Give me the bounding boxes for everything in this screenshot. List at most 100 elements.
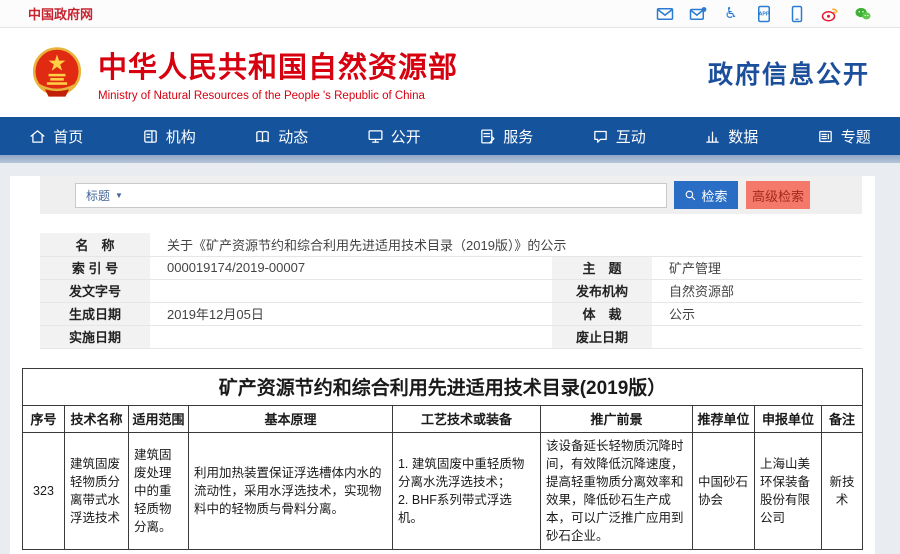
wechat-icon[interactable] <box>854 5 872 23</box>
ministry-title-cn: 中华人民共和国自然资源部 <box>98 44 458 86</box>
header-principle: 基本原理 <box>188 405 392 432</box>
equipment-line-1: 1. 建筑固废中重轻质物分离水洗浮选技术； <box>398 455 535 491</box>
meta-name-value: 关于《矿产资源节约和综合利用先进适用技术目录（2019版）》的公示 <box>150 233 862 256</box>
news-icon <box>254 128 271 145</box>
cell-tech-name: 建筑固废轻物质分离带式水浮选技术 <box>64 432 128 550</box>
section-title: 政府信息公开 <box>708 55 870 91</box>
content-card: 标题 ▼ 检索 高级检索 名 称 关于《矿产资源节约和综合利用先进适用技术目录（… <box>10 176 875 554</box>
nav-item-disclosure[interactable]: 公开 <box>338 117 451 155</box>
technology-catalog-table: 矿产资源节约和综合利用先进适用技术目录(2019版） 序号 技术名称 适用范围 … <box>22 368 863 551</box>
nav-label: 机构 <box>166 126 196 147</box>
document-metadata-table: 名 称 关于《矿产资源节约和综合利用先进适用技术目录（2019版）》的公示 索 … <box>40 233 862 349</box>
equipment-line-2: 2. BHF系列带式浮选机。 <box>398 491 535 527</box>
nav-label: 互动 <box>616 126 646 147</box>
meta-row-name: 名 称 关于《矿产资源节约和综合利用先进适用技术目录（2019版）》的公示 <box>40 233 862 256</box>
mail-subscribe-icon[interactable] <box>689 5 707 23</box>
meta-row-created: 生成日期 2019年12月05日 体 裁 公示 <box>40 302 862 325</box>
catalog-header-row: 序号 技术名称 适用范围 基本原理 工艺技术或装备 推广前景 推荐单位 申报单位… <box>22 405 862 432</box>
header-titles: 中华人民共和国自然资源部 Ministry of Natural Resourc… <box>98 44 458 102</box>
meta-impl-value <box>150 325 552 348</box>
advanced-search-button[interactable]: 高级检索 <box>746 181 810 209</box>
table-row: 323 建筑固废轻物质分离带式水浮选技术 建筑固废处理中的重轻质物分离。 利用加… <box>22 432 862 550</box>
catalog-section: 矿产资源节约和综合利用先进适用技术目录(2019版） 序号 技术名称 适用范围 … <box>10 349 875 551</box>
meta-row-impl: 实施日期 废止日期 <box>40 325 862 348</box>
accessibility-icon[interactable]: ♿ <box>722 5 740 23</box>
header-tech-name: 技术名称 <box>64 405 128 432</box>
topbar-icons: ♿ APP <box>656 5 872 23</box>
search-button-label: 检索 <box>701 186 727 205</box>
search-input-wrap: 标题 ▼ <box>75 183 667 208</box>
disclosure-icon <box>367 128 384 145</box>
search-bar: 标题 ▼ 检索 高级检索 <box>40 176 862 214</box>
meta-repeal-value <box>652 325 862 348</box>
cell-applicant: 上海山美环保装备股份有限公司 <box>754 432 821 550</box>
header-recommender: 推荐单位 <box>692 405 754 432</box>
meta-created-value: 2019年12月05日 <box>150 302 552 325</box>
cell-prospect: 该设备延长轻物质沉降时间，有效降低沉降速度，提高轻重物质分离效率和效果，降低砂石… <box>540 432 692 550</box>
site-header: 中华人民共和国自然资源部 Ministry of Natural Resourc… <box>0 28 900 117</box>
ministry-title-en: Ministry of Natural Resources of the Peo… <box>98 90 458 102</box>
nav-item-services[interactable]: 服务 <box>450 117 563 155</box>
header-note: 备注 <box>821 405 862 432</box>
cell-seq: 323 <box>22 432 64 550</box>
search-icon <box>684 189 697 202</box>
cell-note: 新技术 <box>821 432 862 550</box>
svg-text:APP: APP <box>759 11 770 17</box>
header-seq: 序号 <box>22 405 64 432</box>
national-emblem-logo <box>30 46 84 100</box>
meta-genre-value: 公示 <box>652 302 862 325</box>
meta-repeal-label: 废止日期 <box>552 325 652 348</box>
meta-row-index: 索 引 号 000019174/2019-00007 主 题 矿产管理 <box>40 256 862 279</box>
interaction-icon <box>592 128 609 145</box>
services-icon <box>479 128 496 145</box>
mobile-icon[interactable] <box>788 5 806 23</box>
topics-icon <box>817 128 834 145</box>
home-icon <box>29 128 46 145</box>
meta-genre-label: 体 裁 <box>552 302 652 325</box>
nav-item-topics[interactable]: 专题 <box>788 117 900 155</box>
nav-label: 公开 <box>391 126 421 147</box>
nav-label: 专题 <box>841 126 871 147</box>
meta-docnum-value <box>150 279 552 302</box>
nav-label: 首页 <box>53 126 83 147</box>
nav-label: 数据 <box>728 126 758 147</box>
meta-agency-label: 发布机构 <box>552 279 652 302</box>
nav-label: 服务 <box>503 126 533 147</box>
nav-item-institution[interactable]: 机构 <box>113 117 226 155</box>
catalog-title-row: 矿产资源节约和综合利用先进适用技术目录(2019版） <box>22 368 862 405</box>
cell-scope: 建筑固废处理中的重轻质物分离。 <box>128 432 188 550</box>
nav-item-news[interactable]: 动态 <box>225 117 338 155</box>
header-scope: 适用范围 <box>128 405 188 432</box>
chevron-down-icon: ▼ <box>115 191 123 200</box>
main-nav: 首页 机构 动态 公开 服务 互动 数据 专题 <box>0 117 900 155</box>
meta-index-label: 索 引 号 <box>40 256 150 279</box>
meta-index-value: 000019174/2019-00007 <box>150 256 552 279</box>
weibo-icon[interactable] <box>821 5 839 23</box>
gov-site-link[interactable]: 中国政府网 <box>28 4 93 23</box>
data-icon <box>704 128 721 145</box>
app-download-icon[interactable]: APP <box>755 5 773 23</box>
header-prospect: 推广前景 <box>540 405 692 432</box>
meta-agency-value: 自然资源部 <box>652 279 862 302</box>
header-equipment: 工艺技术或装备 <box>392 405 540 432</box>
meta-subject-value: 矿产管理 <box>652 256 862 279</box>
cell-equipment: 1. 建筑固废中重轻质物分离水洗浮选技术； 2. BHF系列带式浮选机。 <box>392 432 540 550</box>
search-input[interactable] <box>129 184 666 207</box>
nav-substrip <box>0 155 900 163</box>
nav-item-interaction[interactable]: 互动 <box>563 117 676 155</box>
top-bar: 中国政府网 ♿ APP <box>0 0 900 28</box>
nav-label: 动态 <box>278 126 308 147</box>
catalog-title: 矿产资源节约和综合利用先进适用技术目录(2019版） <box>22 368 862 405</box>
meta-impl-label: 实施日期 <box>40 325 150 348</box>
search-field-selector[interactable]: 标题 ▼ <box>76 187 129 204</box>
meta-row-docnum: 发文字号 发布机构 自然资源部 <box>40 279 862 302</box>
nav-item-home[interactable]: 首页 <box>0 117 113 155</box>
meta-subject-label: 主 题 <box>552 256 652 279</box>
nav-item-data[interactable]: 数据 <box>675 117 788 155</box>
mail-icon[interactable] <box>656 5 674 23</box>
search-field-selector-label: 标题 <box>86 187 110 204</box>
header-applicant: 申报单位 <box>754 405 821 432</box>
cell-recommender: 中国砂石协会 <box>692 432 754 550</box>
institution-icon <box>142 128 159 145</box>
search-button[interactable]: 检索 <box>674 181 738 209</box>
